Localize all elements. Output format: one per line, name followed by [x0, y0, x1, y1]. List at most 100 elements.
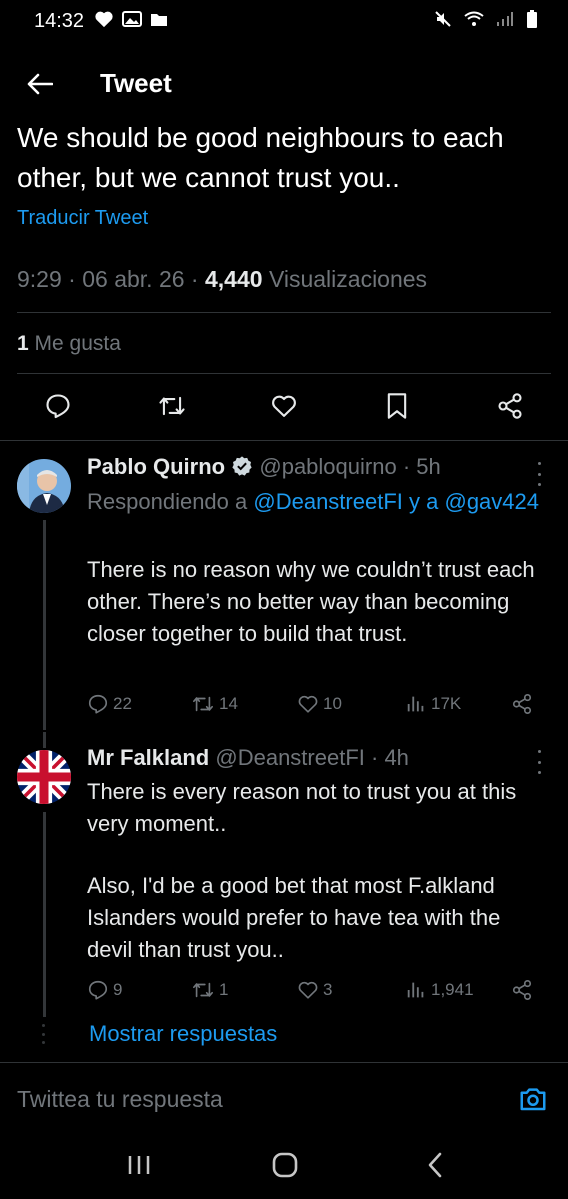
tweet-date: 06 abr. 26: [82, 266, 185, 292]
share-button[interactable]: [494, 390, 526, 422]
replying-to-user-link[interactable]: @DeanstreetFI: [253, 489, 403, 514]
home-icon: [272, 1152, 298, 1178]
author-handle[interactable]: @pabloquirno: [259, 454, 396, 479]
reply-text: There is no reason why we couldn’t trust…: [87, 557, 535, 646]
reply-action-bar: 22 14 10 17K: [87, 693, 547, 721]
heart-icon: [272, 395, 296, 417]
views-chart-icon: [407, 982, 424, 998]
heart-icon: [298, 695, 318, 713]
wifi-icon: [464, 11, 484, 26]
bookmark-icon: [387, 393, 407, 419]
retweet-button[interactable]: [156, 390, 188, 422]
replying-to-user-link[interactable]: @gav424: [444, 489, 539, 514]
mute-icon: [435, 11, 451, 27]
like-button[interactable]: 10: [297, 693, 342, 715]
retweet-icon: [193, 696, 213, 712]
thread-line: [43, 812, 46, 1017]
retweet-icon: [193, 982, 213, 998]
reply-button[interactable]: 22: [87, 693, 132, 715]
replying-to-prefix: Respondiendo a: [87, 489, 248, 514]
status-bar: 14:32: [0, 0, 568, 44]
views-button[interactable]: 1,941: [405, 979, 474, 1001]
author-handle[interactable]: @DeanstreetFI: [215, 745, 365, 770]
avatar[interactable]: [17, 750, 71, 804]
chevron-left-icon: [428, 1152, 442, 1178]
page-title: Tweet: [100, 68, 172, 98]
header: Tweet: [0, 56, 568, 112]
author-name[interactable]: Mr Falkland: [87, 745, 209, 770]
tweet-text: We should be good neighbours to each oth…: [17, 122, 504, 193]
folder-icon: [151, 14, 167, 26]
reply-button[interactable]: 9: [87, 979, 122, 1001]
divider: [0, 1062, 568, 1063]
reply-time: 5h: [416, 454, 441, 479]
reply-icon: [88, 694, 108, 714]
divider: [17, 373, 551, 374]
tweet-action-bar: [0, 390, 568, 426]
avatar-image: [17, 459, 71, 513]
gallery-icon: [122, 11, 142, 27]
retweet-button[interactable]: 14: [191, 693, 238, 715]
author-name[interactable]: Pablo Quirno: [87, 454, 225, 479]
camera-icon: [520, 1088, 546, 1111]
status-time: 14:32: [34, 10, 85, 32]
share-button[interactable]: [511, 979, 533, 1001]
retweet-count: 14: [219, 694, 238, 713]
translate-tweet-link[interactable]: Traducir Tweet: [17, 207, 148, 230]
recent-apps-button[interactable]: [124, 1150, 154, 1180]
back-nav-button[interactable]: [420, 1150, 450, 1180]
bookmark-button[interactable]: [381, 390, 413, 422]
like-button[interactable]: [268, 390, 300, 422]
reply-header: Pablo Quirno @pabloquirno · 5h: [87, 454, 441, 479]
battery-icon: [527, 10, 537, 28]
signal-icon: [497, 12, 513, 26]
thread-dots: [42, 1024, 46, 1044]
system-nav-bar: [0, 1128, 568, 1199]
more-options-button[interactable]: [534, 750, 544, 774]
reply-icon: [88, 980, 108, 1000]
camera-button[interactable]: [518, 1084, 548, 1114]
divider: [0, 440, 568, 441]
retweet-icon: [159, 396, 185, 416]
retweet-button[interactable]: 1: [191, 979, 228, 1001]
home-button[interactable]: [270, 1150, 300, 1180]
tweet-meta: 9:29 · 06 abr. 26 · 4,440 Visualizacione…: [17, 266, 428, 292]
heart-icon: [298, 981, 318, 999]
tweet-time: 9:29: [17, 266, 62, 292]
views-button[interactable]: 17K: [405, 693, 461, 715]
divider: [17, 312, 551, 313]
recent-apps-icon: [128, 1156, 150, 1174]
thread-line: [43, 520, 46, 730]
avatar[interactable]: [17, 459, 71, 513]
more-options-button[interactable]: [534, 462, 544, 486]
reply-button[interactable]: [42, 390, 74, 422]
share-button[interactable]: [511, 693, 533, 715]
views-chart-icon: [407, 696, 424, 712]
view-count: 17K: [431, 694, 462, 713]
like-button[interactable]: 3: [297, 979, 332, 1001]
reply-input[interactable]: Twittea tu respuesta: [17, 1086, 223, 1113]
share-icon: [498, 393, 522, 419]
views-label: Visualizaciones: [268, 266, 428, 292]
back-arrow-icon: [27, 73, 53, 95]
view-count: 1,941: [431, 980, 474, 999]
replying-to-and[interactable]: y a: [409, 489, 438, 514]
views-count[interactable]: 4,440: [205, 266, 263, 292]
reply-count: 9: [113, 980, 123, 999]
reply-text: Also, I'd be a good bet that most F.alkl…: [87, 873, 501, 962]
replying-to: Respondiendo a @DeanstreetFI y a @gav424: [87, 486, 547, 518]
thread-line: [43, 732, 46, 748]
share-icon: [512, 980, 532, 1000]
like-count: 10: [323, 694, 342, 713]
likes-summary[interactable]: 1 Me gusta: [17, 332, 121, 356]
like-count: 3: [323, 980, 333, 999]
reply-count: 22: [113, 694, 132, 713]
reply-header: Mr Falkland @DeanstreetFI · 4h: [87, 745, 409, 770]
share-icon: [512, 694, 532, 714]
union-jack-flag-icon: [17, 750, 71, 804]
reply-action-bar: 9 1 3 1,941: [87, 979, 547, 1007]
likes-label: Me gusta: [34, 332, 121, 355]
reply-icon: [46, 394, 70, 419]
show-replies-link[interactable]: Mostrar respuestas: [89, 1021, 277, 1047]
back-button[interactable]: [24, 68, 56, 100]
